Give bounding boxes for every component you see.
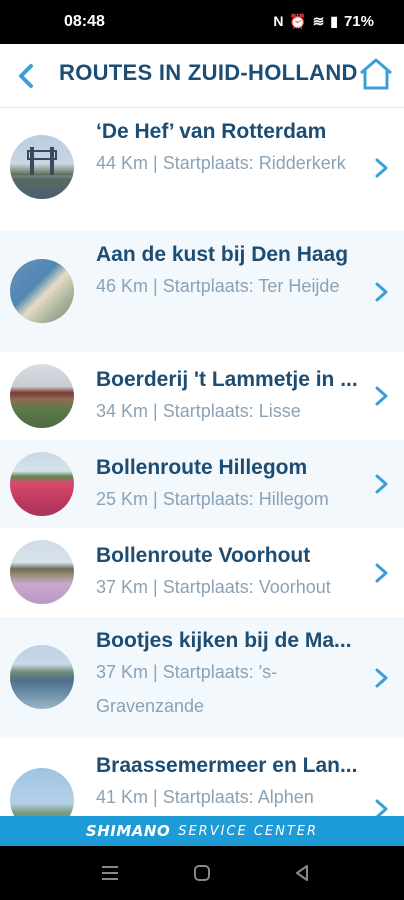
home-nav-button[interactable] [188,860,216,886]
route-item[interactable]: Bollenroute Voorhout 37 Km | Startplaats… [0,528,404,617]
route-item[interactable]: Bollenroute Hillegom 25 Km | Startplaats… [0,440,404,528]
route-item[interactable]: Aan de kust bij Den Haag 46 Km | Startpl… [0,231,404,352]
home-button[interactable] [356,52,396,96]
route-meta: 25 Km | Startplaats: Hillegom [96,489,329,509]
battery-level: 71% [343,13,374,30]
brand-tagline: SERVICE CENTER [178,823,319,839]
home-circle-icon [194,865,210,881]
route-meta: 44 Km | Startplaats: Ridderkerk [96,153,346,173]
route-item[interactable]: Boerderij 't Lammetje in ... 34 Km | Sta… [0,352,404,440]
route-thumbnail [10,452,74,516]
route-title: Aan de kust bij Den Haag [96,243,349,266]
recents-icon [102,866,118,880]
system-nav-bar [0,846,404,900]
home-icon [360,58,392,90]
chevron-right-icon [375,282,388,302]
route-thumbnail [10,364,74,428]
route-thumbnail [10,768,74,816]
route-item[interactable]: ‘De Hef’ van Rotterdam 44 Km | Startplaa… [0,108,404,231]
route-title: Bollenroute Voorhout [96,544,311,567]
chevron-right-icon [375,799,388,816]
shimano-banner[interactable]: SHIMANO SERVICE CENTER [0,816,404,846]
route-meta: 37 Km | Startplaats: 's-Gravenzande [96,662,278,716]
route-title: Boerderij 't Lammetje in ... [96,368,358,391]
chevron-right-icon [375,668,388,688]
recents-button[interactable] [96,860,124,886]
status-icons: N ⏰ ≋ ▮ [273,13,339,29]
route-title: ‘De Hef’ van Rotterdam [96,120,327,143]
route-thumbnail [10,135,74,199]
back-triangle-icon [296,865,308,881]
route-meta: 34 Km | Startplaats: Lisse [96,401,301,421]
chevron-right-icon [375,474,388,494]
status-time: 08:48 [64,13,105,30]
route-meta: 41 Km | Startplaats: Alphen [96,787,314,807]
route-title: Bollenroute Hillegom [96,456,308,479]
chevron-right-icon [375,386,388,406]
page-title: ROUTES IN ZUID-HOLLAND [59,60,358,85]
status-indicators: N ⏰ ≋ ▮ 71% [273,13,374,30]
route-thumbnail [10,259,74,323]
route-item[interactable]: Braassemermeer en Lan... 41 Km | Startpl… [0,738,404,816]
route-item[interactable]: Bootjes kijken bij de Ma... 37 Km | Star… [0,617,404,738]
route-meta: 46 Km | Startplaats: Ter Heijde [96,276,340,296]
route-thumbnail [10,540,74,604]
chevron-right-icon [375,563,388,583]
route-thumbnail [10,645,74,709]
route-title: Bootjes kijken bij de Ma... [96,629,352,652]
back-nav-button[interactable] [288,860,316,886]
back-button[interactable] [8,56,44,96]
brand-logo: SHIMANO [85,822,171,840]
chevron-left-icon [19,64,33,88]
route-list[interactable]: ‘De Hef’ van Rotterdam 44 Km | Startplaa… [0,108,404,816]
route-title: Braassemermeer en Lan... [96,754,358,777]
chevron-right-icon [375,158,388,178]
route-meta: 37 Km | Startplaats: Voorhout [96,577,331,597]
app-header: ROUTES IN ZUID-HOLLAND [0,44,404,108]
status-bar: 08:48 N ⏰ ≋ ▮ 71% [0,0,404,44]
